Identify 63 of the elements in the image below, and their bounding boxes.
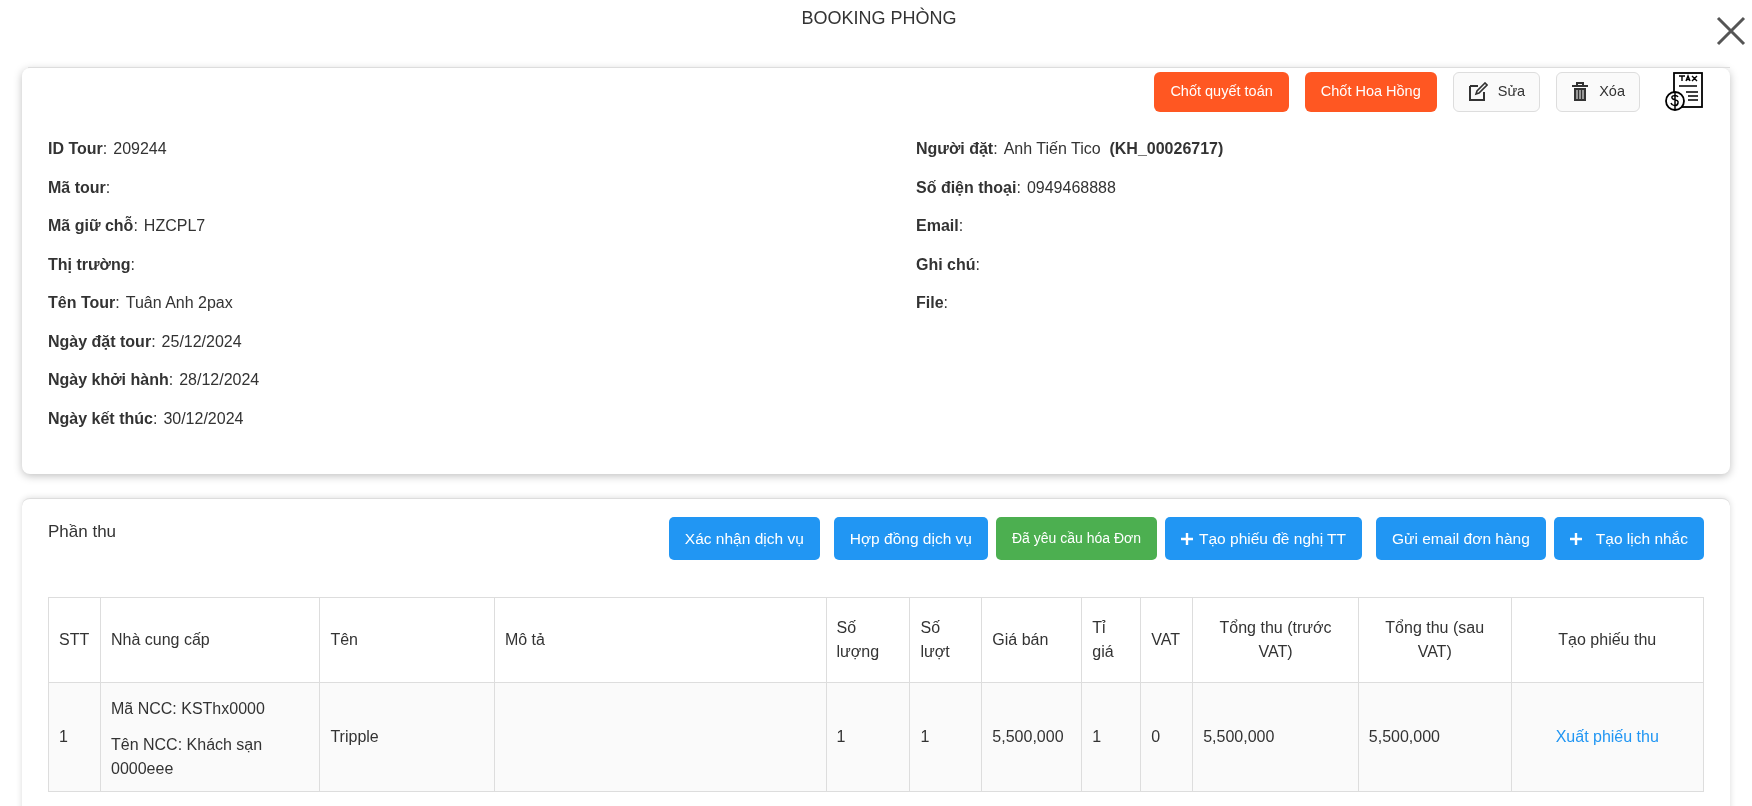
plus-icon [1181,532,1193,545]
section-button[interactable]: Đã yêu cầu hóa Đơn [995,517,1157,560]
dialog-title: BOOKING PHÒNG [801,6,957,30]
column-header: Nhà cung cấp [100,597,320,683]
section-button[interactable]: Xác nhận dịch vụ [668,517,820,560]
close-icon[interactable] [1714,14,1748,48]
field-value: Tuân Anh 2pax [125,293,233,314]
section-button[interactable]: Gửi email đơn hàng [1376,517,1546,560]
field-label: Người đặt: [916,139,998,160]
column-header: Giá bán [981,597,1082,683]
field-value: 209244 [113,139,167,160]
tax-invoice-icon[interactable] [1664,72,1704,112]
field-value: 0949468888 [1026,177,1116,198]
table-cell: Tripple [319,682,495,792]
table-cell: 1 [48,682,101,792]
column-header: Số lượng [826,597,910,683]
field-label: Tên Tour: [48,293,120,314]
column-header: Tổng thu (trước VAT) [1192,597,1359,683]
field-value: 25/12/2024 [161,331,242,352]
field-label: Ngày đặt tour: [48,331,156,352]
field-label: File: [916,293,948,314]
section-button[interactable]: Tạo phiếu đề nghị TT [1165,517,1363,560]
column-header: Số lượt [909,597,982,683]
table-cell: 1 [909,682,982,792]
edit-icon [1467,82,1488,102]
edit-button[interactable]: Sửa [1452,72,1541,112]
field-label: ID Tour: [48,139,108,160]
action-button[interactable]: Chốt Hoa Hồng [1304,72,1437,112]
field-label: Thị trường: [48,254,135,275]
table-cell: 5,500,000 [981,682,1082,792]
column-header: Tổng thu (sau VAT) [1358,597,1512,683]
column-header: Tên [319,597,495,683]
table-cell: 5,500,000 [1358,682,1512,792]
section-button[interactable]: Hợp đồng dịch vụ [833,517,988,560]
section-button[interactable]: Tạo lịch nhắc [1553,517,1704,560]
field-value: 30/12/2024 [163,408,244,429]
delete-button[interactable]: Xóa [1556,72,1640,112]
supplier-detail: Mã NCC: KSThx0000 [111,699,266,719]
receipt-link[interactable]: Xuất phiếu thu [1555,728,1659,745]
section-title: Phần thu [48,521,117,543]
field-label: Ngày khởi hành: [48,370,174,391]
field-label: Email: [916,216,964,237]
table-cell: 0 [1140,682,1193,792]
column-header: Mô tả [494,597,827,683]
field-label: Mã giữ chỗ: [48,215,138,237]
field-label: Ghi chú: [916,254,980,275]
column-header: Tỉ giá [1081,597,1141,683]
column-header: Tạo phiếu thu [1511,597,1704,683]
plus-icon [1569,532,1582,545]
column-header: STT [48,597,101,683]
supplier-detail: Tên NCC: Khách sạn 0000eee [111,735,264,779]
column-header: VAT [1140,597,1193,683]
trash-icon [1571,82,1590,102]
table-cell: 5,500,000 [1192,682,1359,792]
action-button[interactable]: Chốt quyết toán [1154,72,1289,112]
table-cell: 1 [826,682,910,792]
field-label: Mã tour: [48,177,111,198]
field-value: 28/12/2024 [179,370,260,391]
table-cell: 1 [1081,682,1141,792]
field-value: Anh Tiến Tico (KH_00026717) [1003,139,1224,160]
field-label: Ngày kết thúc: [48,408,158,429]
field-value: HZCPL7 [143,216,206,237]
field-label: Số điện thoại: [916,177,1021,198]
